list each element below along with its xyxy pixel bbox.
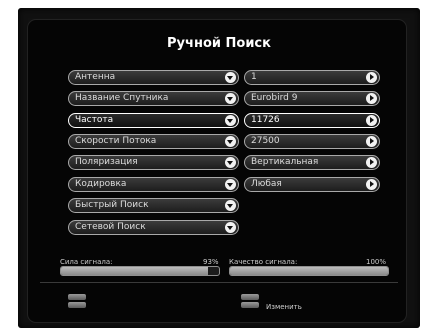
- chevron-right-icon: [366, 179, 377, 190]
- chevron-right-icon: [366, 157, 377, 168]
- setting-item-label: Кодировка: [75, 179, 127, 189]
- menu-panel: [28, 20, 406, 322]
- setting-item-label: Название Спутника: [75, 93, 169, 103]
- chevron-right-icon: [366, 136, 377, 147]
- signal-strength-bar: [60, 266, 220, 276]
- setting-item[interactable]: Частота: [68, 113, 239, 128]
- edit-button-icon[interactable]: [241, 294, 259, 308]
- setting-item[interactable]: Антенна: [68, 70, 239, 85]
- setting-item-label: Скорости Потока: [75, 136, 157, 146]
- setting-value[interactable]: Любая: [244, 177, 380, 192]
- setting-item[interactable]: Сетевой Поиск: [68, 220, 239, 235]
- setting-item[interactable]: Поляризация: [68, 155, 239, 170]
- setting-item-label: Быстрый Поиск: [75, 200, 149, 210]
- page-title: Ручной Поиск: [167, 36, 271, 51]
- setting-item[interactable]: Кодировка: [68, 177, 239, 192]
- setting-value-text: Вертикальная: [251, 157, 319, 167]
- setting-value[interactable]: Вертикальная: [244, 155, 380, 170]
- chevron-right-icon: [366, 115, 377, 126]
- signal-quality-bar: [229, 266, 389, 276]
- edit-hint-label: Изменить: [266, 303, 302, 311]
- setting-item[interactable]: Быстрый Поиск: [68, 198, 239, 213]
- setting-item-label: Антенна: [75, 72, 116, 82]
- setting-value-text: Любая: [251, 179, 282, 189]
- setting-value-text: 27500: [251, 136, 280, 146]
- chevron-down-icon: [225, 157, 236, 168]
- edit-button-bottom-icon: [241, 302, 259, 308]
- color-button-icon[interactable]: [68, 294, 86, 308]
- setting-item-label: Поляризация: [75, 157, 138, 167]
- chevron-down-icon: [225, 222, 236, 233]
- chevron-right-icon: [366, 93, 377, 104]
- setting-value-text: Eurobird 9: [251, 93, 298, 103]
- chevron-right-icon: [366, 72, 377, 83]
- color-button-top-icon: [68, 294, 86, 300]
- setting-item[interactable]: Название Спутника: [68, 91, 239, 106]
- chevron-down-icon: [225, 200, 236, 211]
- setting-item-label: Частота: [75, 115, 114, 125]
- chevron-down-icon: [225, 93, 236, 104]
- signal-strength-value: 93%: [203, 258, 219, 266]
- edit-button-top-icon: [241, 294, 259, 300]
- setting-value[interactable]: 27500: [244, 134, 380, 149]
- signal-quality-value: 100%: [366, 258, 387, 266]
- color-button-bottom-icon: [68, 302, 86, 308]
- chevron-down-icon: [225, 115, 236, 126]
- chevron-down-icon: [225, 179, 236, 190]
- setting-value[interactable]: 11726: [244, 113, 380, 128]
- setting-value[interactable]: 1: [244, 70, 380, 85]
- setting-item-label: Сетевой Поиск: [75, 222, 146, 232]
- setting-value-text: 1: [251, 72, 257, 82]
- signal-quality-fill: [230, 267, 388, 275]
- signal-strength-fill: [61, 267, 208, 275]
- chevron-down-icon: [225, 136, 236, 147]
- setting-value-text: 11726: [251, 115, 280, 125]
- setting-item[interactable]: Скорости Потока: [68, 134, 239, 149]
- signal-strength-label: Сила сигнала:: [60, 258, 113, 266]
- signal-quality-label: Качество сигнала:: [229, 258, 298, 266]
- setting-value[interactable]: Eurobird 9: [244, 91, 380, 106]
- footer-divider: [40, 282, 398, 283]
- chevron-down-icon: [225, 72, 236, 83]
